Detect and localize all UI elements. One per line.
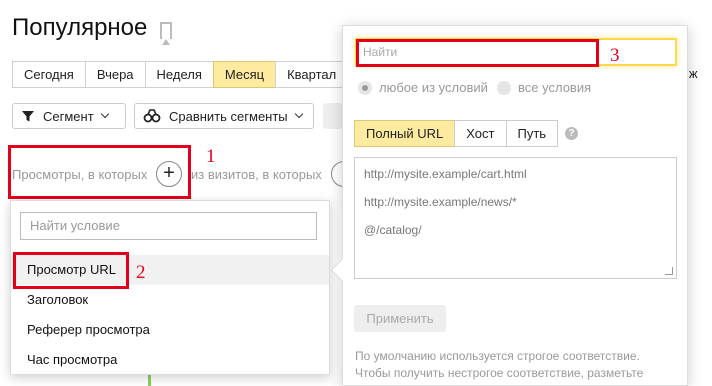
condition-search-input[interactable]: Найти условие xyxy=(20,212,317,240)
compare-segments-button[interactable]: Сравнить сегменты xyxy=(134,103,314,129)
url-mode-tabs: Полный URL Хост Путь xyxy=(354,120,559,147)
segment-button-label: Сегмент xyxy=(43,108,94,124)
url-line: http://mysite.example/cart.html xyxy=(364,167,527,181)
chevron-down-icon xyxy=(294,109,303,119)
resize-handle-icon[interactable] xyxy=(665,267,673,275)
chevron-down-icon xyxy=(100,109,109,119)
funnel-icon xyxy=(22,111,34,122)
radio-dot-icon xyxy=(358,80,372,95)
segment-button[interactable]: Сегмент xyxy=(12,103,126,129)
url-list-textarea[interactable]: http://mysite.example/cart.html http://m… xyxy=(354,157,677,279)
annotation-3: 3 xyxy=(610,45,620,66)
condition-item-referer[interactable]: Реферер просмотра xyxy=(11,315,329,345)
compare-button-label: Сравнить сегменты xyxy=(169,108,288,124)
annotation-1: 1 xyxy=(206,146,216,167)
hidden-button[interactable] xyxy=(323,103,343,129)
annotation-2: 2 xyxy=(136,262,146,283)
tab-today[interactable]: Сегодня xyxy=(12,61,85,88)
radio-all[interactable]: все условия xyxy=(497,80,591,95)
tab-path[interactable]: Путь xyxy=(505,120,559,147)
visits-condition-label: из визитов, в которых xyxy=(191,167,322,182)
tab-week[interactable]: Неделя xyxy=(144,61,213,88)
radio-dot-icon xyxy=(497,80,511,95)
highlight-box-1 xyxy=(8,145,191,199)
tab-yesterday[interactable]: Вчера xyxy=(84,61,145,88)
url-line: http://mysite.example/news/* xyxy=(364,195,517,209)
period-tabs: Сегодня Вчера Неделя Месяц Квартал xyxy=(12,61,348,88)
condition-item-title[interactable]: Заголовок xyxy=(11,285,329,315)
radio-any-label: любое из условий xyxy=(379,80,488,95)
tab-quarter[interactable]: Квартал xyxy=(275,61,348,88)
help-note-line-2: Чтобы получить нестрогое соответствие, р… xyxy=(355,366,644,380)
page-title: Популярное xyxy=(12,14,148,41)
highlight-box-3 xyxy=(356,39,599,67)
help-note-line-1: По умолчанию используется строгое соотве… xyxy=(355,349,640,363)
url-line: @/catalog/ xyxy=(364,223,422,237)
highlight-box-2 xyxy=(13,252,129,289)
tab-month[interactable]: Месяц xyxy=(212,61,276,88)
compare-icon xyxy=(143,109,161,123)
radio-all-label: все условия xyxy=(518,80,592,95)
apply-button[interactable]: Применить xyxy=(354,305,446,332)
tab-full-url[interactable]: Полный URL xyxy=(354,120,455,147)
bookmark-icon[interactable] xyxy=(160,22,172,45)
help-icon[interactable]: ? xyxy=(565,127,578,140)
condition-item-hour[interactable]: Час просмотра xyxy=(11,345,329,375)
tab-host[interactable]: Хост xyxy=(454,120,506,147)
radio-any[interactable]: любое из условий xyxy=(358,80,488,95)
